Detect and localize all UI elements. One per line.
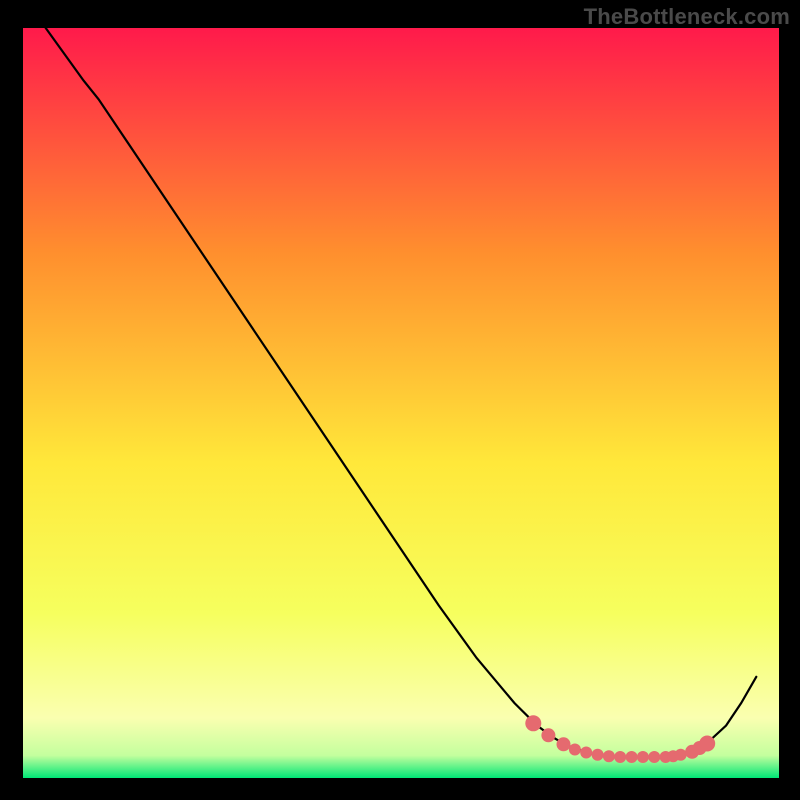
gradient-background [23,28,779,778]
curve-marker [648,751,660,763]
watermark-text: TheBottleneck.com [584,4,790,30]
curve-marker [541,728,555,742]
chart-svg [0,0,800,800]
curve-marker [557,737,571,751]
curve-marker [614,751,626,763]
curve-marker [580,747,592,759]
curve-marker [675,749,687,761]
curve-marker [603,750,615,762]
curve-marker [569,744,581,756]
curve-marker [637,751,649,763]
chart-stage: TheBottleneck.com [0,0,800,800]
curve-marker [525,715,541,731]
curve-marker [626,751,638,763]
curve-marker [592,749,604,761]
curve-marker [699,736,715,752]
